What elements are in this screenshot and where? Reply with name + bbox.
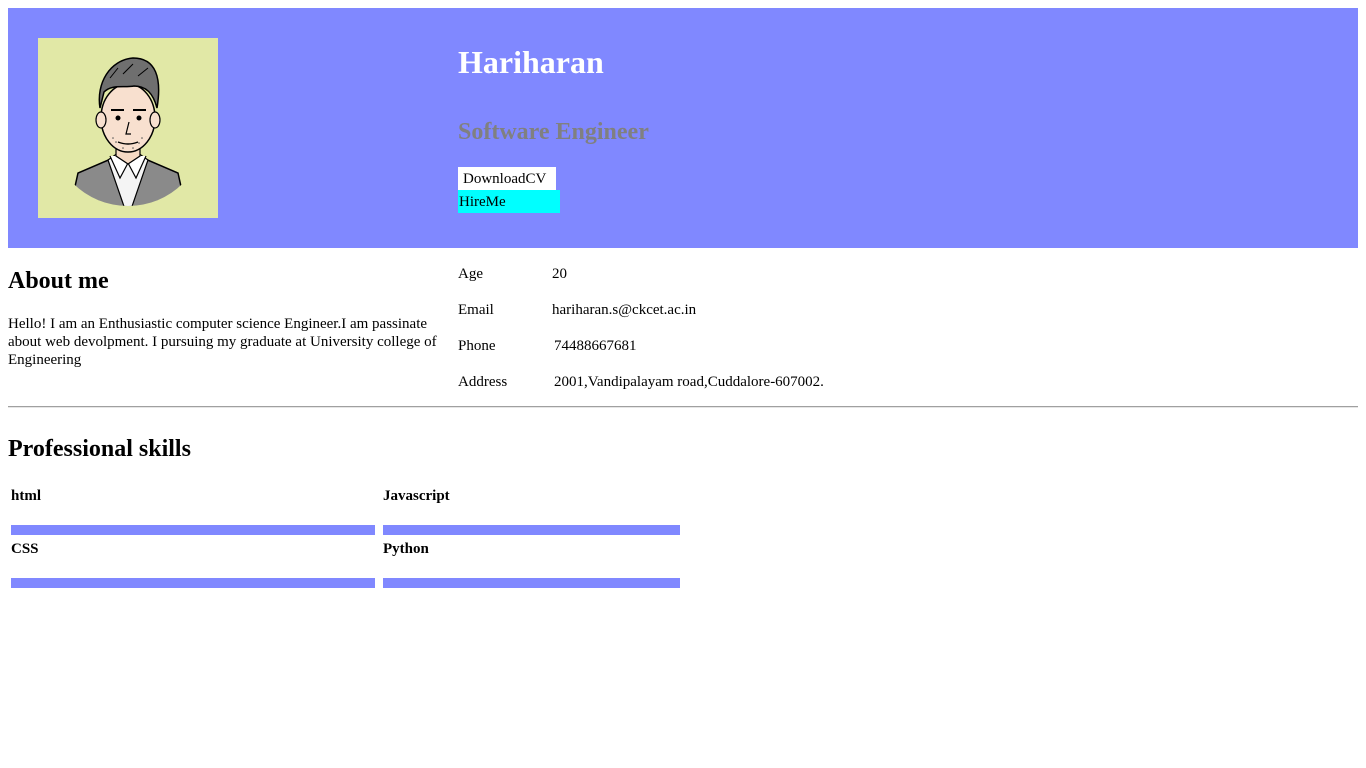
skill-label-html: html bbox=[11, 488, 41, 504]
skill-bar-python bbox=[383, 578, 680, 588]
info-value: hariharan.s@ckcet.ac.in bbox=[552, 302, 697, 318]
profile-header: Hariharan Software Engineer DownloadCV H… bbox=[8, 8, 1358, 248]
info-label: Address bbox=[458, 374, 508, 390]
profile-avatar bbox=[38, 38, 218, 218]
skill-bar-fill bbox=[383, 525, 680, 535]
profile-role: Software Engineer bbox=[458, 119, 649, 145]
skill-bar-fill bbox=[11, 578, 375, 588]
skill-label-python: Python bbox=[383, 541, 429, 557]
download-cv-button[interactable]: DownloadCV bbox=[458, 167, 556, 190]
info-label: Phone bbox=[458, 338, 496, 354]
about-title: About me bbox=[8, 268, 109, 294]
info-value: 20 bbox=[552, 266, 567, 282]
info-label: Age bbox=[458, 266, 483, 282]
skill-label-css: CSS bbox=[11, 541, 39, 557]
profile-name: Hariharan bbox=[458, 44, 604, 80]
skill-bar-css bbox=[11, 578, 375, 588]
info-value: 2001,Vandipalayam road,Cuddalore-607002. bbox=[554, 374, 824, 390]
section-divider bbox=[8, 406, 1358, 408]
skills-title: Professional skills bbox=[8, 436, 191, 462]
skill-bar-javascript bbox=[383, 525, 680, 535]
info-value: 74488667681 bbox=[554, 338, 637, 354]
about-text: Hello! I am an Enthusiastic computer sci… bbox=[8, 316, 437, 368]
info-label: Email bbox=[458, 302, 494, 318]
skill-bar-html bbox=[11, 525, 375, 535]
skill-bar-fill bbox=[383, 578, 680, 588]
skill-label-javascript: Javascript bbox=[383, 488, 450, 504]
skill-bar-fill bbox=[11, 525, 375, 535]
hire-me-button[interactable]: HireMe bbox=[458, 190, 560, 213]
